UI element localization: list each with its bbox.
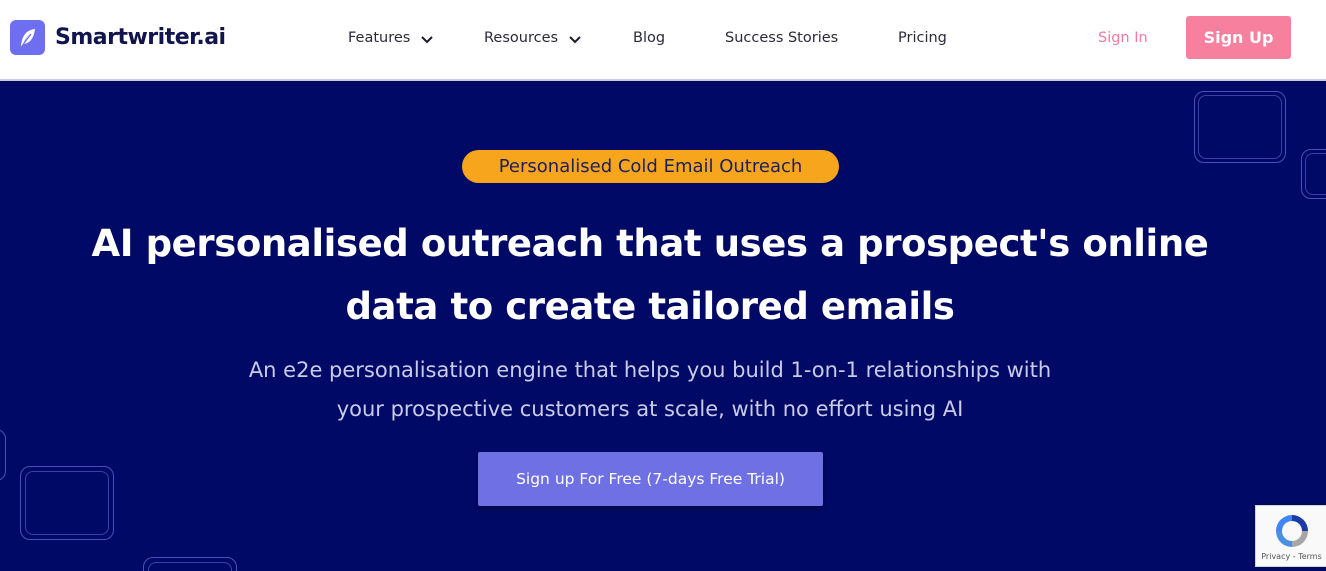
nav-blog-label: Blog [633, 30, 666, 46]
hero-headline-line2: data to create tailored emails [345, 285, 955, 328]
hero-subheadline-line2: your prospective customers at scale, wit… [336, 397, 964, 421]
decorative-square [1198, 95, 1282, 159]
chevron-down-icon [568, 33, 582, 44]
nav-features-label: Features [348, 30, 411, 46]
recaptcha-badge[interactable]: Privacy - Terms [1255, 505, 1326, 567]
nav-success-stories-label: Success Stories [725, 30, 839, 46]
decorative-square [0, 429, 6, 481]
nav-features[interactable]: Features [348, 27, 434, 49]
nav-success-stories[interactable]: Success Stories [725, 27, 838, 49]
nav-pricing[interactable]: Pricing [898, 27, 947, 49]
recaptcha-links[interactable]: Privacy - Terms [1256, 552, 1326, 561]
decorative-square [1305, 153, 1326, 195]
hero-badge: Personalised Cold Email Outreach [462, 150, 839, 183]
sign-up-button[interactable]: Sign Up [1186, 16, 1291, 59]
sign-in-link[interactable]: Sign In [1098, 27, 1148, 49]
hero-subheadline-line1: An e2e personalisation engine that helps… [248, 358, 1052, 382]
chevron-down-icon [420, 33, 434, 44]
hero-headline-line1: AI personalised outreach that uses a pro… [91, 222, 1209, 265]
brand-name: Smartwriter.ai [55, 25, 226, 50]
decorative-square [148, 562, 232, 571]
free-trial-signup-button[interactable]: Sign up For Free (7-days Free Trial) [478, 452, 823, 506]
nav-pricing-label: Pricing [898, 30, 947, 46]
feather-icon [10, 20, 45, 55]
nav-blog[interactable]: Blog [633, 27, 665, 49]
brand-logo[interactable]: Smartwriter.ai [10, 20, 226, 55]
decorative-square [25, 471, 109, 535]
top-navbar: Smartwriter.ai Features Resources Blog S… [0, 0, 1326, 81]
recaptcha-icon [1272, 511, 1312, 551]
hero-headline: AI personalised outreach that uses a pro… [60, 212, 1240, 338]
nav-resources-label: Resources [484, 30, 559, 46]
hero-subheadline: An e2e personalisation engine that helps… [150, 351, 1150, 429]
nav-resources[interactable]: Resources [484, 27, 582, 49]
